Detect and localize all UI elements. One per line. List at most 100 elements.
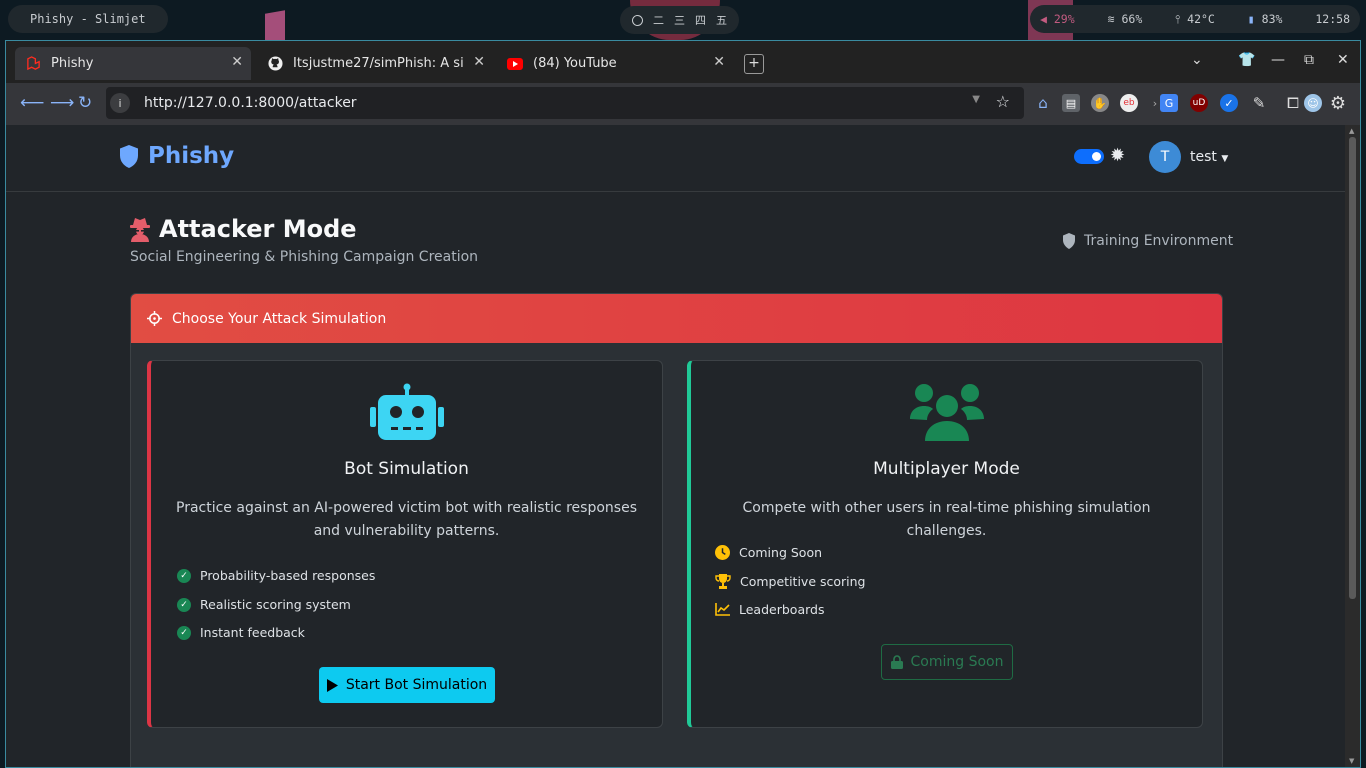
scroll-up-arrow-icon[interactable]: ▲ — [1349, 127, 1354, 135]
browser-toolbar: ⟵ ⟶ ↻ i http://127.0.0.1:8000/attacker ▼… — [6, 83, 1360, 125]
card-header: Choose Your Attack Simulation — [131, 294, 1222, 343]
bot-simulation-option: Bot Simulation Practice against an AI-po… — [147, 360, 663, 728]
workspace-switcher[interactable]: 二 三 四 五 — [620, 6, 739, 34]
workspace-4[interactable]: 四 — [695, 12, 706, 28]
minimize-icon[interactable]: — — [1271, 52, 1285, 68]
extensions-puzzle-icon[interactable]: ⧠ — [1284, 94, 1302, 112]
workspace-2[interactable]: 二 — [653, 12, 664, 28]
laravel-favicon-icon — [25, 56, 41, 72]
web-page: Phishy ✹ T test ▼ Attacker Mode Social E… — [6, 125, 1345, 767]
page-subtitle: Social Engineering & Phishing Campaign C… — [130, 249, 479, 265]
system-status: ◀ 29% ≋ 66% ⫯ 42°C ▮ 83% 12:58 — [1030, 5, 1360, 33]
option-description: Compete with other users in real-time ph… — [742, 500, 1151, 539]
site-info-icon[interactable]: i — [110, 93, 130, 113]
check-circle-icon: ✓ — [177, 568, 191, 583]
environment-badge: Training Environment — [1062, 233, 1233, 249]
shield-icon — [120, 144, 138, 168]
close-window-icon[interactable]: ✕ — [1337, 52, 1349, 68]
scrollbar-thumb[interactable] — [1349, 137, 1356, 599]
brand-link[interactable]: Phishy — [118, 143, 234, 169]
workspace-3[interactable]: 三 — [674, 12, 685, 28]
tab-label: Itsjustme27/simPhish: A sim — [293, 56, 463, 71]
shield-icon — [1063, 233, 1075, 249]
url-text[interactable]: http://127.0.0.1:8000/attacker — [144, 95, 357, 111]
browser-window: Phishy ✕ Itsjustme27/simPhish: A sim ✕ (… — [5, 40, 1361, 768]
theme-toggle-switch[interactable] — [1074, 149, 1104, 164]
app-navbar: Phishy ✹ T test ▼ — [6, 125, 1345, 192]
workspace-5[interactable]: 五 — [716, 12, 727, 28]
ublock-extension-icon[interactable]: uD — [1190, 94, 1208, 112]
check-circle-icon: ✓ — [177, 597, 191, 612]
feature-item: ✓ Realistic scoring system — [177, 597, 351, 612]
github-icon — [267, 56, 283, 72]
page-title-text: Attacker Mode — [159, 215, 357, 243]
scroll-down-arrow-icon[interactable]: ▼ — [1349, 757, 1354, 765]
feature-item: Leaderboards — [715, 602, 824, 617]
battery-icon: ▮ — [1247, 12, 1255, 26]
forward-arrow-icon[interactable]: ⟶ — [50, 93, 74, 113]
user-menu-dropdown[interactable]: test ▼ — [1190, 149, 1228, 165]
simulation-choice-card: Choose Your Attack Simulation Bot Simula… — [130, 293, 1223, 767]
feature-item: Coming Soon — [715, 545, 822, 560]
tab-search-chevron-icon[interactable]: ⌄ — [1191, 52, 1203, 68]
option-title: Multiplayer Mode — [873, 459, 1020, 479]
feature-item: ✓ Instant feedback — [177, 625, 305, 640]
volume-status[interactable]: ◀ 29% — [1040, 12, 1075, 26]
hand-extension-icon[interactable]: ✋ — [1091, 94, 1109, 112]
eyedropper-icon[interactable]: ✎ — [1250, 94, 1268, 112]
youtube-icon — [507, 56, 523, 72]
start-bot-simulation-button[interactable]: Start Bot Simulation — [319, 667, 495, 703]
sidebar-icon[interactable]: ▤ — [1062, 94, 1080, 112]
reload-icon[interactable]: ↻ — [78, 93, 92, 113]
tab-phishy[interactable]: Phishy ✕ — [15, 47, 251, 80]
desktop-top-bar: Phishy - Slimjet 二 三 四 五 ◀ 29% ≋ 66% ⫯ 4… — [0, 0, 1366, 40]
caret-down-icon: ▼ — [1221, 154, 1229, 164]
battery-status: ▮ 83% — [1247, 12, 1283, 26]
shirt-theme-icon[interactable]: 👕 — [1238, 52, 1255, 68]
trophy-icon — [715, 574, 731, 589]
lock-icon — [890, 655, 903, 669]
wifi-status[interactable]: ≋ 66% — [1108, 12, 1143, 26]
user-secret-icon — [130, 218, 150, 242]
url-dropdown-icon[interactable]: ▼ — [972, 94, 980, 105]
robot-icon — [369, 383, 444, 440]
new-tab-button[interactable]: + — [744, 54, 764, 74]
close-tab-icon[interactable]: ✕ — [713, 54, 725, 70]
home-icon[interactable]: ⌂ — [1034, 94, 1052, 112]
clock-icon — [715, 545, 730, 560]
tab-github[interactable]: Itsjustme27/simPhish: A sim ✕ — [257, 47, 493, 80]
restore-icon[interactable]: ⧉ — [1304, 52, 1314, 68]
close-tab-icon[interactable]: ✕ — [473, 54, 485, 70]
page-scrollbar[interactable]: ▲ ▼ — [1345, 125, 1360, 767]
clock: 12:58 — [1315, 12, 1350, 26]
page-title: Attacker Mode — [129, 215, 357, 243]
tab-label: (84) YouTube — [533, 56, 617, 71]
v-extension-icon[interactable]: ✓ — [1220, 94, 1238, 112]
chart-line-icon — [715, 603, 730, 616]
coming-soon-button[interactable]: Coming Soon — [881, 644, 1013, 680]
feature-item: Competitive scoring — [715, 574, 866, 589]
profile-avatar-icon[interactable]: ☺ — [1304, 94, 1322, 112]
settings-gear-icon[interactable]: ⚙ — [1329, 93, 1347, 114]
ebay-extension-icon[interactable]: eb — [1120, 94, 1138, 112]
option-title: Bot Simulation — [344, 459, 469, 479]
tab-label: Phishy — [51, 56, 94, 71]
address-bar[interactable]: i http://127.0.0.1:8000/attacker ▼ ☆ — [106, 87, 1024, 119]
volume-icon: ◀ — [1040, 12, 1047, 26]
back-arrow-icon[interactable]: ⟵ — [20, 93, 44, 113]
brand-name: Phishy — [148, 143, 235, 169]
play-icon — [326, 678, 338, 692]
thermometer-icon: ⫯ — [1175, 11, 1181, 26]
check-circle-icon: ✓ — [177, 625, 191, 640]
user-avatar[interactable]: T — [1149, 141, 1181, 173]
multiplayer-option: Multiplayer Mode Compete with other user… — [687, 360, 1203, 728]
workspace-current-icon[interactable] — [632, 14, 643, 26]
active-window-label: Phishy - Slimjet — [8, 5, 168, 33]
tab-youtube[interactable]: (84) YouTube ✕ — [497, 47, 733, 80]
close-tab-icon[interactable]: ✕ — [231, 54, 243, 70]
feature-item: ✓ Probability-based responses — [177, 568, 375, 583]
bookmark-star-icon[interactable]: ☆ — [996, 92, 1010, 111]
wifi-icon: ≋ — [1107, 12, 1115, 26]
sun-icon: ✹ — [1110, 145, 1126, 166]
translate-extension-icon[interactable]: G — [1160, 94, 1178, 112]
